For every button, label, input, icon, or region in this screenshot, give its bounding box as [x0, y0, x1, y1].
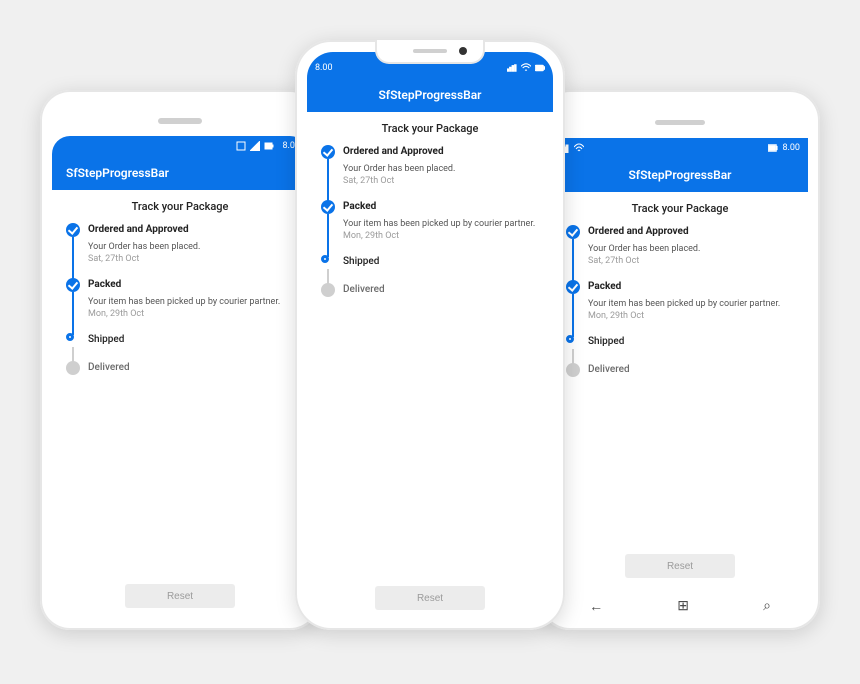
notch	[375, 40, 485, 64]
statusbar-windows: 8.00	[552, 138, 808, 158]
reset-button[interactable]: Reset	[625, 554, 735, 578]
step-desc: Your item has been picked up by courier …	[343, 218, 539, 230]
pending-dot-icon	[66, 361, 80, 375]
appbar-ios: SfStepProgressBar	[307, 78, 553, 112]
step-desc: Your Order has been placed.	[588, 243, 794, 255]
page-title: Track your Package	[321, 122, 539, 135]
statusbar-time: 8.00	[782, 143, 800, 153]
step-desc: Your item has been picked up by courier …	[88, 296, 294, 308]
statusbar-icons	[507, 63, 545, 73]
step-desc: Your Order has been placed.	[343, 163, 539, 175]
back-button[interactable]: ←	[589, 598, 603, 615]
wifi-icon	[574, 143, 584, 153]
footer-windows: Reset	[566, 548, 794, 580]
footer-ios: Reset	[321, 580, 539, 612]
check-icon	[321, 145, 335, 159]
check-icon	[321, 200, 335, 214]
speaker-slot	[655, 120, 705, 125]
appbar-android: SfStepProgressBar	[52, 156, 308, 190]
step-date: Mon, 29th Oct	[343, 231, 539, 241]
active-dot-icon	[566, 335, 574, 343]
app-title: SfStepProgressBar	[378, 88, 481, 102]
step-date: Sat, 27th Oct	[588, 256, 794, 266]
step-packed: Packed Your item has been picked up by c…	[321, 200, 539, 255]
speaker-slot	[158, 118, 202, 124]
step-title: Ordered and Approved	[88, 223, 294, 237]
step-ordered: Ordered and Approved Your Order has been…	[566, 225, 794, 280]
step-title: Shipped	[88, 333, 294, 347]
wifi-icon	[521, 63, 531, 73]
device-ios: 8.00 SfStepProgressBar Track your Packag…	[295, 40, 565, 630]
check-icon	[566, 225, 580, 239]
step-desc: Your item has been picked up by courier …	[588, 298, 794, 310]
check-icon	[66, 278, 80, 292]
app-title: SfStepProgressBar	[628, 168, 731, 182]
step-date: Mon, 29th Oct	[88, 309, 294, 319]
pending-dot-icon	[321, 283, 335, 297]
step-delivered: Delivered	[566, 363, 794, 377]
pending-dot-icon	[566, 363, 580, 377]
step-title: Delivered	[343, 283, 539, 297]
step-title: Shipped	[343, 255, 539, 269]
step-shipped: Shipped	[321, 255, 539, 283]
footer-android: Reset	[66, 578, 294, 610]
content-ios: Track your Package Ordered and Approved …	[307, 112, 553, 618]
signal-icon	[250, 141, 260, 151]
step-progress: Ordered and Approved Your Order has been…	[66, 223, 294, 578]
signal-icon	[507, 63, 517, 73]
step-date: Sat, 27th Oct	[88, 254, 294, 264]
step-desc: Your Order has been placed.	[88, 241, 294, 253]
step-date: Mon, 29th Oct	[588, 311, 794, 321]
page-title: Track your Package	[566, 202, 794, 215]
device-android: 8.00 SfStepProgressBar Track your Packag…	[40, 90, 320, 630]
step-progress: Ordered and Approved Your Order has been…	[321, 145, 539, 580]
step-title: Shipped	[588, 335, 794, 349]
battery-icon	[535, 63, 545, 73]
step-progress: Ordered and Approved Your Order has been…	[566, 225, 794, 548]
step-date: Sat, 27th Oct	[343, 176, 539, 186]
step-ordered: Ordered and Approved Your Order has been…	[66, 223, 294, 278]
statusbar-icons-right: 8.00	[768, 143, 800, 153]
content-windows: Track your Package Ordered and Approved …	[552, 192, 808, 586]
app-title: SfStepProgressBar	[66, 166, 169, 180]
statusbar-time: 8.00	[315, 63, 333, 73]
nfc-icon	[236, 141, 246, 151]
step-shipped: Shipped	[66, 333, 294, 361]
step-title: Packed	[88, 278, 294, 292]
step-shipped: Shipped	[566, 335, 794, 363]
battery-icon	[264, 141, 274, 151]
statusbar-android: 8.00	[52, 136, 308, 156]
appbar-windows: SfStepProgressBar	[552, 158, 808, 192]
step-ordered: Ordered and Approved Your Order has been…	[321, 145, 539, 200]
check-icon	[566, 280, 580, 294]
step-packed: Packed Your item has been picked up by c…	[566, 280, 794, 335]
step-delivered: Delivered	[321, 283, 539, 297]
step-title: Delivered	[588, 363, 794, 377]
home-button[interactable]: ⊞	[677, 598, 689, 614]
check-icon	[66, 223, 80, 237]
active-dot-icon	[66, 333, 74, 341]
page-title: Track your Package	[66, 200, 294, 213]
step-title: Ordered and Approved	[588, 225, 794, 239]
device-windows: 8.00 SfStepProgressBar Track your Packag…	[540, 90, 820, 630]
active-dot-icon	[321, 255, 329, 263]
screen-android: 8.00 SfStepProgressBar Track your Packag…	[52, 136, 308, 616]
statusbar-icons	[236, 141, 274, 151]
battery-icon	[768, 143, 778, 153]
step-packed: Packed Your item has been picked up by c…	[66, 278, 294, 333]
search-button[interactable]: ⌕	[763, 598, 771, 614]
content-android: Track your Package Ordered and Approved …	[52, 190, 308, 616]
hardware-buttons: ← ⊞ ⌕	[552, 592, 808, 620]
step-title: Delivered	[88, 361, 294, 375]
step-title: Ordered and Approved	[343, 145, 539, 159]
step-delivered: Delivered	[66, 361, 294, 375]
screen-windows: 8.00 SfStepProgressBar Track your Packag…	[552, 138, 808, 586]
step-title: Packed	[588, 280, 794, 294]
reset-button[interactable]: Reset	[125, 584, 235, 608]
screen-ios: 8.00 SfStepProgressBar Track your Packag…	[307, 52, 553, 618]
step-title: Packed	[343, 200, 539, 214]
reset-button[interactable]: Reset	[375, 586, 485, 610]
